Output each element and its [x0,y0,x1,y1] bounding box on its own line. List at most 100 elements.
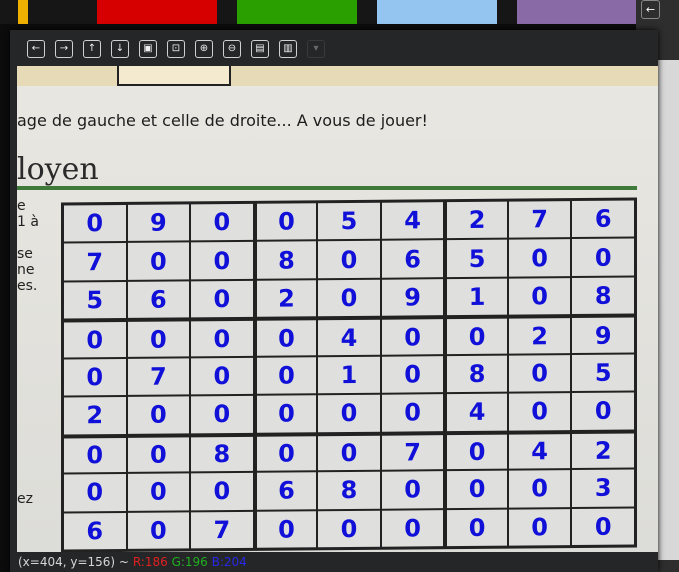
back-window-arrow-icon[interactable]: ← [641,0,660,19]
green-block [237,0,357,24]
pixel-red-value: R:186 [132,555,168,569]
sudoku-cell: 1 [447,278,507,316]
sudoku-cell: 6 [572,200,634,238]
paint-icon: ▾ [313,43,319,54]
image-canvas[interactable]: age de gauche et celle de droite... A vo… [17,66,658,552]
sudoku-cell: 0 [191,357,253,395]
sudoku-cell: 0 [508,239,571,277]
sudoku-cell: 7 [127,358,190,396]
pan-up-button[interactable]: ↑ [83,40,101,58]
sudoku-grid: 0900542767008065005602091080000400290700… [64,200,634,550]
arrow-up-icon: ↑ [87,43,97,54]
sudoku-cell: 0 [318,394,380,432]
sudoku-cell: 0 [127,473,190,511]
background-window-strip [0,0,679,24]
sudoku-cell: 1 [318,356,380,394]
zoom-original-icon: ⊡ [171,43,181,54]
divider [17,186,637,190]
sudoku-cell: 0 [318,241,380,279]
zoom-original-button[interactable]: ⊡ [167,40,185,58]
sudoku-cell: 8 [191,436,253,472]
zoom-out-icon: ⊖ [227,43,237,54]
toolbar: ← → ↑ ↓ ▣ ⊡ ⊕ ⊖ ▤ ▥ ▾ [10,30,658,66]
purple-block [517,0,637,24]
sudoku-cell: 0 [447,434,507,470]
sudoku-cell: 0 [447,318,507,354]
sudoku-cell: 5 [572,354,634,392]
sudoku-cell: 8 [572,277,634,315]
image-viewer-window: ← → ↑ ↓ ▣ ⊡ ⊕ ⊖ ▤ ▥ ▾ age de gauche et celle de dr… [10,30,658,572]
sudoku-cell: 4 [447,393,507,431]
pan-down-button[interactable]: ↓ [111,40,129,58]
sudoku-cell: 0 [256,357,317,395]
sudoku-cell: 0 [508,277,571,315]
sudoku-cell: 9 [572,317,634,353]
sudoku-cell: 0 [381,355,444,393]
sudoku-cell: 5 [64,281,126,319]
sudoku-cell: 0 [64,437,126,473]
sudoku-cell: 0 [256,320,317,356]
clipboard-icon: ▥ [283,43,293,54]
sudoku-cell: 5 [318,202,380,240]
sudoku-cell: 7 [191,511,253,549]
sudoku-cell: 4 [508,433,571,469]
sudoku-cell: 0 [191,242,253,280]
sudoku-cell: 0 [64,358,126,396]
sudoku-cell: 2 [64,397,126,435]
sudoku-cell: 0 [191,396,253,434]
sudoku-cell: 9 [127,204,190,242]
zoom-fit-button[interactable]: ▣ [139,40,157,58]
side-text: es. [17,278,38,294]
zoom-out-button[interactable]: ⊖ [223,40,241,58]
sudoku-cell: 0 [381,509,444,547]
zoom-fit-icon: ▣ [143,43,153,54]
sudoku-cell: 0 [318,435,380,471]
sudoku-cell: 0 [256,510,317,548]
pixel-green-value: G:196 [171,555,208,569]
side-text: se [17,246,33,262]
sudoku-cell: 6 [64,512,126,550]
sudoku-cell: 2 [256,280,317,318]
sudoku-cell: 7 [508,201,571,239]
status-bar: (x=404, y=156) ~ R:186 G:196 B:204 [10,552,658,572]
sudoku-cell: 0 [318,510,380,548]
save-icon: ▤ [255,43,265,54]
side-text: ne [17,262,35,278]
copy-button[interactable]: ▥ [279,40,297,58]
sudoku-cell: 0 [381,394,444,432]
properties-button[interactable]: ▾ [307,40,325,58]
arrow-left-icon: ← [31,43,41,54]
sudoku-cell: 0 [381,471,444,509]
arrow-down-icon: ↓ [115,43,125,54]
zoom-in-icon: ⊕ [199,43,209,54]
side-text: 1 à [17,214,39,230]
cartoon-strip [17,66,658,86]
zoom-in-button[interactable]: ⊕ [195,40,213,58]
sudoku-cell: 2 [508,318,571,354]
image-caption: age de gauche et celle de droite... A vo… [17,111,428,130]
cursor-position: (x=404, y=156) ~ [18,555,129,569]
sudoku-cell: 0 [447,470,507,508]
sudoku-cell: 0 [508,508,571,546]
sudoku-cell: 0 [191,203,253,241]
sudoku-cell: 0 [127,321,190,357]
sudoku-cell: 9 [381,279,444,317]
sudoku-cell: 0 [256,435,317,471]
save-button[interactable]: ▤ [251,40,269,58]
sudoku-cell: 0 [508,354,571,392]
pan-right-button[interactable]: → [55,40,73,58]
sudoku-cell: 0 [572,508,634,546]
pixel-blue-value: B:204 [211,555,247,569]
sudoku-cell: 0 [191,321,253,357]
yellow-block [18,0,28,24]
sudoku-cell: 0 [572,238,634,276]
sudoku-cell: 0 [191,280,253,318]
pan-left-button[interactable]: ← [27,40,45,58]
sudoku-cell: 0 [64,204,126,242]
sudoku-cell: 8 [256,241,317,279]
sudoku-cell: 0 [256,203,317,241]
sudoku-board: 0900542767008065005602091080000400290700… [61,197,637,552]
sudoku-cell: 0 [127,511,190,549]
sudoku-cell: 0 [127,396,190,434]
sudoku-cell: 0 [381,319,444,355]
